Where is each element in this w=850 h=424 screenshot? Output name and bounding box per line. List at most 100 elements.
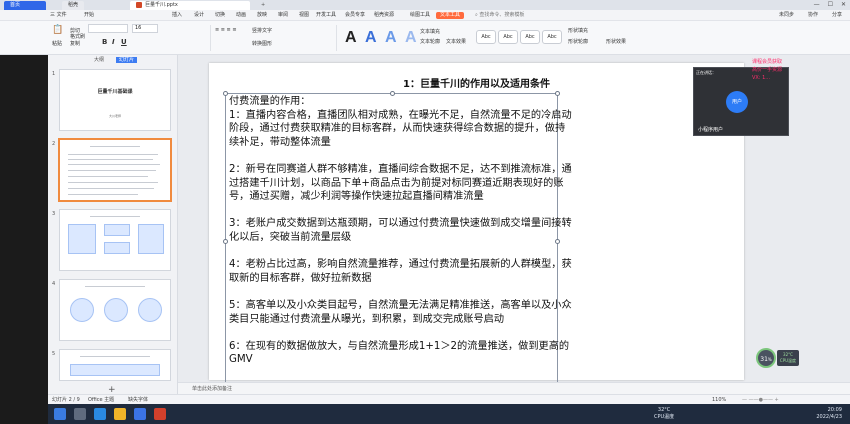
clock-date: 2022/4/23: [816, 414, 842, 420]
menu-slideshow[interactable]: 放映: [257, 10, 267, 21]
menu-file[interactable]: 三 文件: [50, 10, 67, 21]
tab-document[interactable]: 巨量千川.pptx: [130, 1, 250, 10]
close-icon[interactable]: ✕: [841, 1, 846, 8]
underline-button[interactable]: U: [121, 38, 127, 46]
new-tab-button[interactable]: +: [255, 1, 271, 10]
slide-thumbnail-4[interactable]: [59, 279, 171, 341]
text-outline-button[interactable]: 文本轮廓: [420, 38, 440, 45]
tab-docer[interactable]: 稻壳: [62, 1, 85, 10]
search-icon[interactable]: [74, 408, 86, 420]
thumb-block: [68, 224, 96, 254]
thumb-block: [70, 364, 160, 376]
menu-transitions[interactable]: 切换: [215, 10, 225, 21]
system-clock[interactable]: 20:09 2022/4/23: [816, 407, 842, 421]
body-point-4: 4：老粉占比过高，影响自然流量推荐，通过付费流量拓展新的人群模型，获取新的目标客…: [229, 259, 572, 284]
collaborate-button[interactable]: 协作: [808, 12, 818, 18]
cpu-percent: 31: [760, 356, 768, 363]
align-tools[interactable]: ≡ ≡ ≡ ≡: [215, 27, 237, 33]
text-fill-button[interactable]: 文本填充: [420, 28, 440, 35]
shape-style-3[interactable]: Abc: [520, 30, 540, 44]
font-name-select[interactable]: [88, 24, 128, 33]
thumb-line: [68, 159, 153, 160]
slide-thumbnail-2[interactable]: [59, 139, 171, 201]
search-box[interactable]: ⌕ 查找命令、搜索模板: [475, 12, 585, 19]
body-point-2: 2：新号在同赛道人群不够精准，直播间综合数据不足，达不到推流标准，通过搭建千川计…: [229, 163, 572, 203]
thumb-line: [68, 170, 156, 171]
menu-design[interactable]: 设计: [194, 10, 204, 21]
paste-icon[interactable]: 📋: [52, 25, 63, 35]
app-icon[interactable]: [134, 408, 146, 420]
cpu-temp-widget: 32°C CPU温度: [777, 350, 799, 366]
italic-button[interactable]: I: [112, 38, 115, 46]
weather-widget[interactable]: 32°C CPU温度: [654, 407, 674, 421]
menu-docer-resources[interactable]: 稻壳资源: [374, 10, 394, 21]
share-button[interactable]: 分享: [832, 12, 842, 18]
search-placeholder: 查找命令、搜索模板: [479, 12, 525, 18]
shape-style-1[interactable]: Abc: [476, 30, 496, 44]
thumb-line: [85, 286, 145, 287]
text-style-a-blue[interactable]: A: [365, 29, 377, 47]
resize-handle[interactable]: [223, 239, 228, 244]
overlay-line: 课程会员获取: [752, 59, 783, 65]
format-painter-button[interactable]: 格式刷: [70, 33, 85, 40]
menu-member[interactable]: 会员专享: [345, 10, 365, 21]
paste-button[interactable]: 粘贴: [52, 40, 62, 47]
menu-text-tools[interactable]: 文本工具: [436, 12, 465, 19]
sync-status[interactable]: 未同步: [779, 12, 794, 18]
wps-icon[interactable]: [154, 408, 166, 420]
slide-title[interactable]: 1：巨量千川的作用以及适用条件: [209, 75, 744, 90]
resize-handle[interactable]: [223, 91, 228, 96]
slide-body-text[interactable]: 付费流量的作用： 1：直播内容合格，直播团队相对成熟，在曝光不足，自然流量不足的…: [229, 95, 574, 367]
maximize-icon[interactable]: ☐: [828, 1, 833, 8]
menu-home[interactable]: 开始: [84, 10, 94, 21]
tab-slides[interactable]: 幻灯片: [116, 57, 138, 63]
tab-home[interactable]: 首页: [4, 1, 46, 10]
folder-icon[interactable]: [114, 408, 126, 420]
tab-outline[interactable]: 大纲: [94, 55, 104, 65]
slide-thumbnail-1[interactable]: 巨量千川基础课 大川老师: [59, 69, 171, 131]
minimize-icon[interactable]: —: [814, 1, 820, 8]
shape-effect-button[interactable]: 形状效果: [606, 38, 626, 45]
shape-style-4[interactable]: Abc: [542, 30, 562, 44]
overlay-line: 高价一手资源: [752, 67, 783, 73]
cpu-usage-gauge[interactable]: 31%: [756, 348, 776, 368]
font-size-select[interactable]: 16: [132, 24, 158, 33]
shape-style-2[interactable]: Abc: [498, 30, 518, 44]
bold-button[interactable]: B: [102, 38, 107, 46]
thumb-line: [90, 216, 140, 217]
shape-outline-button[interactable]: 形状轮廓: [568, 38, 588, 45]
convert-smartart-button[interactable]: 转换图形: [252, 40, 272, 47]
taskbar: 32°C CPU温度 20:09 2022/4/23: [48, 404, 850, 424]
overlay-line: VX: 1...: [752, 75, 771, 81]
thumb-donut: [138, 298, 162, 322]
thumb-line: [68, 154, 158, 155]
text-style-a-black[interactable]: A: [345, 29, 357, 47]
ppt-file-icon: [136, 1, 142, 8]
body-heading: 付费流量的作用：: [229, 96, 311, 107]
clock-time: 20:09: [827, 407, 842, 413]
menu-right-group: 未同步 协作 分享: [765, 10, 842, 21]
text-effect-button[interactable]: 文本效果: [446, 38, 466, 45]
menu-insert[interactable]: 插入: [172, 10, 182, 21]
menu-view[interactable]: 视图: [299, 10, 309, 21]
windows-start-icon[interactable]: [54, 408, 66, 420]
current-slide: 1：巨量千川的作用以及适用条件 付费流量的作用： 1：直播内容合格，直播团队相对…: [209, 63, 744, 395]
vertical-text-button[interactable]: 竖排文字: [252, 27, 272, 34]
text-style-a-outline[interactable]: A: [405, 29, 417, 47]
weather-temp: 32°C: [657, 407, 671, 413]
slide-thumbnail-3[interactable]: [59, 209, 171, 271]
slide-thumbnail-5[interactable]: [59, 349, 171, 381]
menu-drawing-tools[interactable]: 绘图工具: [410, 10, 430, 21]
shape-fill-button[interactable]: 形状填充: [568, 27, 588, 34]
thumb-donut: [70, 298, 94, 322]
menu-animation[interactable]: 动画: [236, 10, 246, 21]
browser-icon[interactable]: [94, 408, 106, 420]
thumb-line: [80, 356, 150, 357]
thumb-line: [68, 188, 154, 189]
notes-pane[interactable]: 单击此处添加备注: [178, 382, 850, 394]
recording-border: [0, 55, 48, 424]
menu-review[interactable]: 审阅: [278, 10, 288, 21]
text-style-a-light-blue[interactable]: A: [385, 29, 397, 47]
menu-developer[interactable]: 开发工具: [316, 10, 336, 21]
copy-button[interactable]: 复制: [70, 40, 80, 47]
